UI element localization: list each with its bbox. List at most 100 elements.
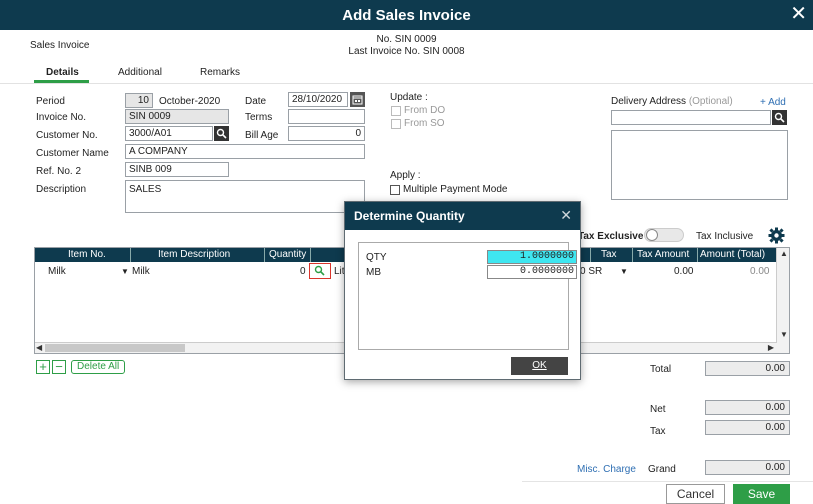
tax-label: Tax — [650, 426, 666, 437]
terms-label: Terms — [245, 112, 273, 123]
bill-age-field[interactable]: 0 — [288, 126, 365, 141]
multiple-payment-checkbox[interactable] — [390, 185, 400, 195]
dropdown-arrow-icon[interactable]: ▼ — [620, 267, 628, 276]
qty-label: QTY — [366, 252, 387, 263]
dropdown-arrow-icon[interactable]: ▼ — [121, 267, 129, 276]
mb-label: MB — [366, 267, 381, 278]
col-separator — [264, 248, 265, 262]
col-amount-total[interactable]: Amount (Total) — [700, 249, 765, 260]
qty-field[interactable]: 1.0000000 — [487, 250, 577, 264]
scroll-down-icon[interactable]: ▼ — [780, 330, 788, 339]
cancel-button[interactable]: Cancel — [666, 484, 725, 504]
customer-name-label: Customer Name — [36, 148, 109, 159]
tax-inclusive-label: Tax Inclusive — [696, 231, 754, 242]
close-icon[interactable]: ✕ — [560, 207, 572, 224]
gear-icon[interactable] — [768, 227, 785, 244]
cell-tax-code[interactable]: 0 SR — [580, 266, 602, 277]
apply-label: Apply : — [390, 170, 421, 181]
scroll-right-icon[interactable]: ▶ — [768, 343, 774, 352]
date-field[interactable]: 28/10/2020 — [288, 92, 348, 107]
mb-field[interactable]: 0.0000000 — [487, 265, 577, 279]
from-do-label: From DO — [404, 105, 446, 116]
cell-item-no[interactable]: Milk — [48, 266, 66, 277]
vertical-scrollbar[interactable]: ▲ ▼ — [776, 248, 789, 353]
ref-no-field[interactable]: SINB 009 — [125, 162, 229, 177]
ref-no-label: Ref. No. 2 — [36, 166, 82, 177]
col-separator — [130, 248, 131, 262]
from-do-checkbox[interactable] — [391, 106, 401, 116]
multiple-payment-label: Multiple Payment Mode — [403, 184, 508, 195]
period-number-field[interactable]: 10 — [125, 93, 153, 108]
delete-all-button[interactable]: Delete All — [71, 360, 126, 374]
quantity-search-button[interactable] — [309, 263, 331, 279]
quantity-panel: QTY 1.0000000 MB 0.0000000 — [358, 242, 577, 350]
cell-tax-amount[interactable]: 0.00 — [674, 266, 693, 277]
scroll-up-icon[interactable]: ▲ — [780, 249, 788, 258]
add-address-link[interactable]: + Add — [760, 97, 786, 108]
from-so-checkbox[interactable] — [391, 119, 401, 129]
period-label: Period — [36, 96, 65, 107]
description-field[interactable]: SALES — [125, 180, 365, 213]
col-item-description[interactable]: Item Description — [158, 249, 230, 260]
total-label: Total — [650, 364, 672, 375]
toggle-knob — [646, 229, 658, 241]
net-value: 0.00 — [705, 400, 790, 415]
scroll-left-icon[interactable]: ◀ — [36, 343, 42, 352]
title-bar: Add Sales Invoice ✕ — [0, 0, 813, 30]
customer-no-field[interactable]: 3000/A01 — [125, 126, 213, 141]
col-separator — [310, 248, 311, 262]
tab-additional[interactable]: Additional — [118, 67, 162, 78]
update-label: Update : — [390, 92, 428, 103]
search-icon[interactable] — [214, 126, 229, 141]
optional-text: (Optional) — [688, 96, 733, 107]
tax-value: 0.00 — [705, 420, 790, 435]
misc-charge-link[interactable]: Misc. Charge — [577, 464, 636, 475]
tax-toggle[interactable] — [644, 228, 684, 242]
horizontal-scroll-thumb[interactable] — [45, 344, 185, 352]
delivery-address-label: Delivery Address (Optional) — [611, 96, 733, 107]
tax-exclusive-label: Tax Exclusive — [578, 231, 644, 242]
search-icon[interactable] — [772, 110, 787, 125]
ok-button[interactable]: OK — [511, 357, 568, 375]
net-label: Net — [650, 404, 666, 415]
invoice-no-field[interactable]: SIN 0009 — [125, 109, 229, 124]
add-row-button[interactable]: + — [36, 360, 50, 374]
dialog-header: Determine Quantity ✕ — [345, 202, 580, 230]
cell-item-description[interactable]: Milk — [132, 266, 150, 277]
col-quantity[interactable]: Quantity — [269, 249, 306, 260]
last-invoice-number: Last Invoice No. SIN 0008 — [348, 46, 465, 57]
cell-quantity[interactable]: 0 — [300, 266, 306, 277]
cell-amount-total[interactable]: 0.00 — [750, 266, 769, 277]
col-tax-amount[interactable]: Tax Amount — [637, 249, 689, 260]
delivery-address-text: Delivery Address — [611, 96, 687, 107]
determine-quantity-dialog: Determine Quantity ✕ QTY 1.0000000 MB 0.… — [344, 201, 581, 380]
description-label: Description — [36, 184, 87, 195]
col-separator — [697, 248, 698, 262]
grand-label: Grand — [648, 464, 676, 475]
col-separator — [632, 248, 633, 262]
delivery-address-textarea[interactable] — [611, 130, 788, 200]
terms-field[interactable] — [288, 109, 365, 124]
tab-details[interactable]: Details — [46, 67, 79, 78]
delivery-address-select[interactable] — [611, 110, 771, 125]
customer-name-field[interactable]: A COMPANY — [125, 144, 365, 159]
cell-uom[interactable]: Lit — [334, 266, 345, 277]
total-value: 0.00 — [705, 361, 790, 376]
save-button[interactable]: Save — [733, 484, 790, 504]
search-icon — [314, 265, 325, 276]
document-number-block: No. SIN 0009 Last Invoice No. SIN 0008 — [0, 34, 813, 58]
dialog-title: Determine Quantity — [354, 209, 465, 223]
grand-value: 0.00 — [705, 460, 790, 475]
col-item-no[interactable]: Item No. — [68, 249, 106, 260]
window-title: Add Sales Invoice — [342, 7, 471, 24]
customer-no-label: Customer No. — [36, 130, 98, 141]
calendar-icon[interactable] — [350, 92, 365, 107]
tab-divider — [0, 83, 813, 84]
bill-age-label: Bill Age — [245, 130, 279, 141]
date-label: Date — [245, 96, 267, 107]
remove-row-button[interactable]: − — [52, 360, 66, 374]
tab-remarks[interactable]: Remarks — [200, 67, 240, 78]
col-tax[interactable]: Tax — [601, 249, 617, 260]
close-icon[interactable]: ✕ — [790, 3, 807, 25]
document-number: No. SIN 0009 — [376, 34, 437, 45]
